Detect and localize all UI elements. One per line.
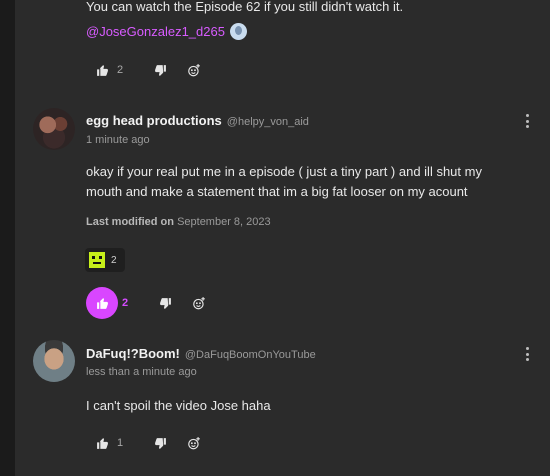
- comment-actions: 1: [95, 432, 201, 454]
- author-name[interactable]: egg head productions: [86, 113, 222, 128]
- thumbs-up-icon[interactable]: [95, 436, 109, 450]
- mention-avatar: [229, 22, 247, 40]
- thumbs-down-icon[interactable]: [158, 296, 172, 310]
- like-count: 2: [117, 64, 124, 76]
- comment-timestamp: less than a minute ago: [86, 366, 197, 378]
- more-vertical-icon[interactable]: [525, 114, 529, 128]
- author-name[interactable]: DaFuq!?Boom!: [86, 346, 180, 361]
- left-panel: [0, 0, 15, 476]
- comment-feed: You can watch the Episode 62 if you stil…: [15, 0, 550, 476]
- add-reaction-icon[interactable]: [192, 296, 206, 310]
- user-mention-link[interactable]: @JoseGonzalez1_d265: [86, 24, 225, 39]
- comment-body: I can't spoil the video Jose haha: [86, 398, 271, 413]
- more-vertical-icon[interactable]: [525, 347, 529, 361]
- thumbs-down-icon[interactable]: [153, 436, 167, 450]
- like-button-active[interactable]: [86, 287, 118, 319]
- author-line: DaFuq!?Boom! @DaFuqBoomOnYouTube: [86, 346, 316, 361]
- comment-actions: 2: [95, 59, 201, 81]
- add-reaction-icon[interactable]: [187, 63, 201, 77]
- comment-actions: 2: [86, 287, 206, 319]
- comment-timestamp: 1 minute ago: [86, 134, 150, 146]
- comment-body: okay if your real put me in a episode ( …: [86, 164, 482, 199]
- reaction-chip[interactable]: 2: [85, 248, 125, 272]
- last-modified-date: September 8, 2023: [177, 216, 271, 228]
- thumbs-down-icon[interactable]: [153, 63, 167, 77]
- add-reaction-icon[interactable]: [187, 436, 201, 450]
- like-count: 1: [117, 437, 124, 449]
- comment-body: You can watch the Episode 62 if you stil…: [86, 0, 404, 14]
- avatar[interactable]: [33, 108, 75, 150]
- author-handle[interactable]: @DaFuqBoomOnYouTube: [185, 349, 316, 361]
- reaction-count: 2: [111, 254, 117, 266]
- author-handle[interactable]: @helpy_von_aid: [227, 116, 309, 128]
- thumbs-up-icon[interactable]: [95, 63, 109, 77]
- creeper-emoji-icon: [89, 252, 105, 268]
- avatar[interactable]: [33, 340, 75, 382]
- like-count: 2: [122, 297, 129, 309]
- mention-row: @JoseGonzalez1_d265: [86, 21, 247, 41]
- last-modified-label: Last modified on: [86, 216, 174, 228]
- author-line: egg head productions @helpy_von_aid: [86, 113, 309, 128]
- last-modified: Last modified on September 8, 2023: [86, 216, 271, 228]
